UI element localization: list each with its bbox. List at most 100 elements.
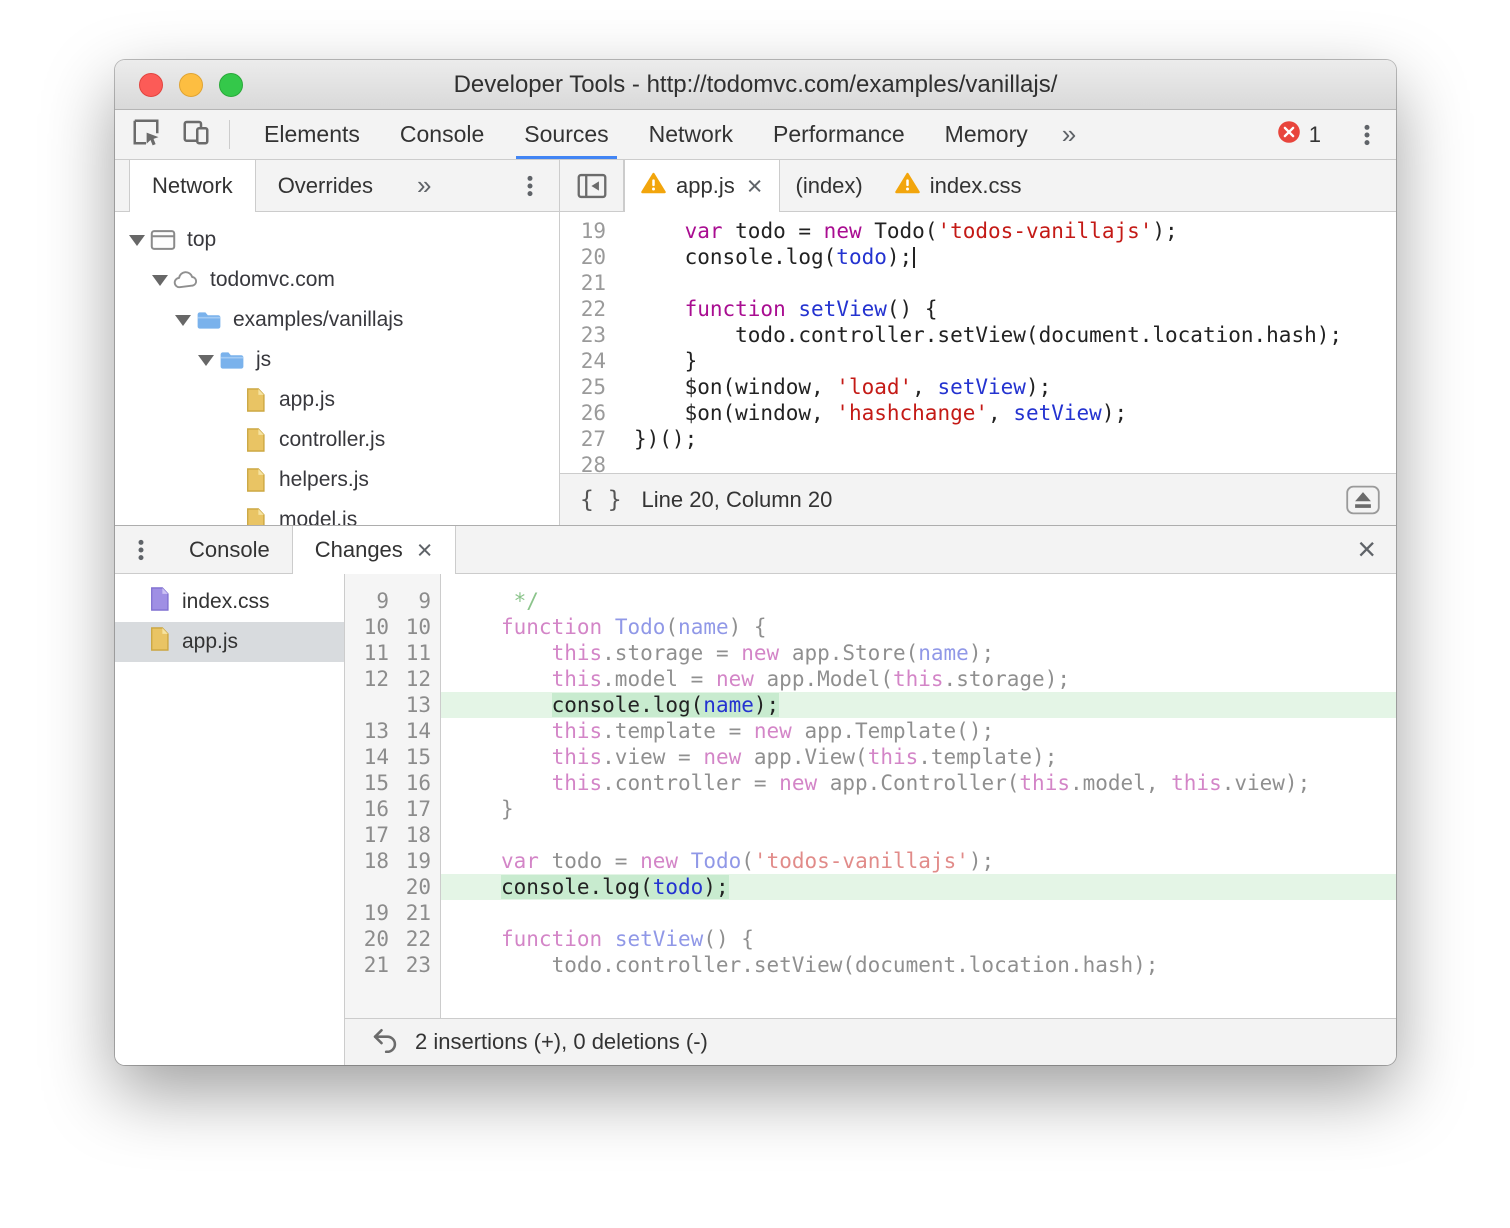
drawer-tab-bar: Console Changes × ×: [115, 526, 1396, 574]
diff-row[interactable]: 13 console.log(name);: [345, 692, 1396, 718]
code-line[interactable]: 26 $on(window, 'hashchange', setView);: [560, 400, 1396, 426]
code-line[interactable]: 28: [560, 452, 1396, 473]
tab-console[interactable]: Console: [167, 526, 292, 573]
diff-row[interactable]: 99 */: [345, 588, 1396, 614]
editor-tab-index[interactable]: (index): [780, 160, 879, 211]
code-line[interactable]: 23 todo.controller.setView(document.loca…: [560, 322, 1396, 348]
revert-icon[interactable]: [371, 1025, 399, 1059]
diff-code-line: var todo = new Todo('todos-vanillajs');: [501, 849, 995, 873]
code-line[interactable]: 20 console.log(todo);: [560, 244, 1396, 270]
line-number[interactable]: 24: [560, 348, 618, 374]
tab-elements[interactable]: Elements: [244, 110, 380, 159]
diff-row[interactable]: 15 16 this.controller = new app.Controlle…: [345, 770, 1396, 796]
tab-performance[interactable]: Performance: [753, 110, 925, 159]
more-navigator-tabs-button[interactable]: »: [395, 160, 453, 211]
diff-row[interactable]: 16 17}: [345, 796, 1396, 822]
diff-code-line: [441, 900, 1396, 926]
line-number[interactable]: 22: [560, 296, 618, 322]
tree-item-model-js[interactable]: model.js: [115, 500, 559, 525]
editor-tab-app-js[interactable]: app.js ×: [624, 160, 780, 212]
diff-line-numbers: 12 12: [345, 666, 441, 692]
file-css-icon: [149, 586, 170, 618]
diff-row[interactable]: 20 console.log(todo);: [345, 874, 1396, 900]
old-line-number: [345, 874, 389, 900]
code-line[interactable]: 27})();: [560, 426, 1396, 452]
editor-tab-index-css[interactable]: index.css: [879, 160, 1038, 211]
zoom-window-button[interactable]: [219, 72, 243, 97]
diff-row[interactable]: 18 19 var todo = new Todo('todos-vanillajs…: [345, 848, 1396, 874]
expand-arrow-icon[interactable]: [194, 354, 218, 366]
tree-item-app-js[interactable]: app.js: [115, 380, 559, 420]
tab-network-files[interactable]: Network: [129, 160, 256, 212]
drawer-menu-kebab-icon[interactable]: [115, 526, 167, 573]
navigator-menu-kebab-icon[interactable]: [517, 160, 559, 211]
changed-file-label: app.js: [182, 630, 239, 653]
error-count-badge[interactable]: 1: [1277, 120, 1321, 150]
code-line[interactable]: 22 function setView() {: [560, 296, 1396, 322]
expand-arrow-icon[interactable]: [125, 234, 149, 246]
tab-sources[interactable]: Sources: [504, 110, 628, 159]
code-line[interactable]: 25 $on(window, 'load', setView);: [560, 374, 1396, 400]
tree-item-top[interactable]: top: [115, 220, 559, 260]
new-line-number: 22: [405, 927, 431, 951]
tab-memory[interactable]: Memory: [925, 110, 1048, 159]
diff-code-line: }: [501, 797, 514, 821]
code-editor[interactable]: 19 var todo = new Todo('todos-vanillajs'…: [560, 212, 1396, 473]
tree-item-helpers-js[interactable]: helpers.js: [115, 460, 559, 500]
hide-navigator-icon[interactable]: [560, 160, 624, 211]
minimize-window-button[interactable]: [179, 72, 203, 97]
devtools-window: Developer Tools - http://todomvc.com/exa…: [115, 60, 1396, 1065]
diff-row[interactable]: 13 14 this.template = new app.Template();: [345, 718, 1396, 744]
inspect-element-icon[interactable]: [131, 117, 161, 152]
changed-file-app-js[interactable]: app.js: [115, 622, 344, 662]
warning-icon: [894, 172, 920, 200]
diff-line-numbers: 17 18: [345, 822, 441, 848]
line-number[interactable]: 20: [560, 244, 618, 270]
tab-console[interactable]: Console: [380, 110, 504, 159]
eject-icon[interactable]: [1346, 485, 1380, 515]
diff-row[interactable]: 21 23 todo.controller.setView(document.lo…: [345, 952, 1396, 978]
line-number[interactable]: 27: [560, 426, 618, 452]
tab-overrides[interactable]: Overrides: [256, 160, 395, 211]
diff-row[interactable]: 11 11 this.storage = new app.Store(name);: [345, 640, 1396, 666]
close-tab-icon[interactable]: ×: [747, 172, 763, 200]
tab-network[interactable]: Network: [629, 110, 753, 159]
expand-arrow-icon[interactable]: [171, 314, 195, 326]
code-line[interactable]: 21: [560, 270, 1396, 296]
tree-item-todomvc-com[interactable]: todomvc.com: [115, 260, 559, 300]
line-number[interactable]: 23: [560, 322, 618, 348]
close-drawer-icon[interactable]: ×: [1357, 526, 1396, 573]
diff-row[interactable]: 14 15 this.view = new app.View(this.templ…: [345, 744, 1396, 770]
tree-item-label: todomvc.com: [210, 268, 335, 291]
more-panels-button[interactable]: »: [1048, 110, 1090, 159]
tree-item-controller-js[interactable]: controller.js: [115, 420, 559, 460]
diff-code-line: [441, 822, 1396, 848]
line-number[interactable]: 28: [560, 452, 618, 473]
diff-row[interactable]: 20 22 function setView() {: [345, 926, 1396, 952]
main-menu-kebab-icon[interactable]: [1354, 122, 1380, 148]
expand-arrow-icon[interactable]: [148, 274, 172, 286]
new-line-number: 13: [405, 693, 431, 717]
diff-row[interactable]: 10 10 function Todo(name) {: [345, 614, 1396, 640]
main-toolbar: Elements Console Sources Network Performance…: [115, 110, 1396, 160]
line-number[interactable]: 19: [560, 218, 618, 244]
tree-item-js[interactable]: js: [115, 340, 559, 380]
close-window-button[interactable]: [139, 72, 163, 97]
diff-row[interactable]: 12 12 this.model = new app.Model(this.sto…: [345, 666, 1396, 692]
code-line[interactable]: 19 var todo = new Todo('todos-vanillajs'…: [560, 218, 1396, 244]
diff-code-line: this.controller = new app.Controller(thi…: [551, 771, 1311, 795]
old-line-number: 17: [363, 823, 389, 847]
line-number[interactable]: 25: [560, 374, 618, 400]
changed-file-index-css[interactable]: index.css: [115, 582, 344, 622]
device-toolbar-icon[interactable]: [181, 117, 211, 152]
line-number[interactable]: 26: [560, 400, 618, 426]
tree-item-label: top: [187, 228, 217, 251]
code-line[interactable]: 24 }: [560, 348, 1396, 374]
pretty-print-button[interactable]: { }: [580, 487, 622, 513]
tab-changes[interactable]: Changes ×: [291, 526, 456, 574]
diff-row[interactable]: 19 21: [345, 900, 1396, 926]
line-number[interactable]: 21: [560, 270, 618, 296]
close-changes-tab-icon[interactable]: ×: [417, 536, 433, 564]
diff-row[interactable]: 17 18: [345, 822, 1396, 848]
tree-item-examples-vanillajs[interactable]: examples/vanillajs: [115, 300, 559, 340]
